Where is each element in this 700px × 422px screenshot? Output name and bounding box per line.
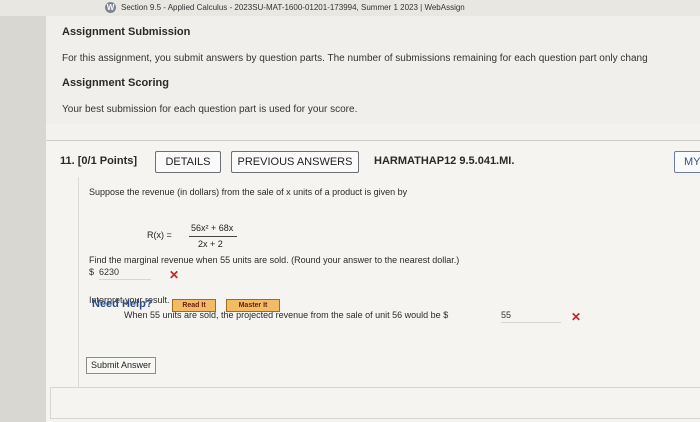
question-prompt: Suppose the revenue (in dollars) from th…	[89, 187, 408, 197]
next-question-panel	[50, 387, 700, 419]
part1-answer-input[interactable]: 6230	[99, 267, 151, 280]
formula-lhs: R(x) =	[147, 230, 172, 240]
read-it-button[interactable]: Read It	[172, 299, 216, 312]
details-button[interactable]: DETAILS	[155, 151, 221, 173]
master-it-button[interactable]: Master It	[226, 299, 280, 312]
assignment-page: Assignment Submission For this assignmen…	[46, 16, 700, 422]
need-help-label: Need Help?	[92, 298, 153, 310]
question-header: 11. [0/1 Points] DETAILS PREVIOUS ANSWER…	[60, 151, 700, 173]
assignment-scoring-heading: Assignment Scoring	[62, 77, 169, 89]
browser-tab-bar: W Section 9.5 - Applied Calculus - 2023S…	[0, 0, 700, 16]
formula-denominator: 2x + 2	[198, 239, 223, 249]
part2-answer-input[interactable]: 55	[501, 310, 561, 323]
x-mark-icon: ✕	[571, 310, 582, 324]
x-mark-icon: ✕	[169, 268, 180, 282]
browser-tab-title[interactable]: Section 9.5 - Applied Calculus - 2023SU-…	[121, 3, 465, 12]
assignment-submission-text: For this assignment, you submit answers …	[62, 53, 648, 64]
assignment-scoring-text: Your best submission for each question p…	[62, 104, 358, 115]
part1-prompt: Find the marginal revenue when 55 units …	[89, 255, 460, 265]
question-body: Suppose the revenue (in dollars) from th…	[78, 177, 693, 417]
question-number: 11. [0/1 Points]	[60, 155, 138, 167]
webassign-icon: W	[105, 2, 116, 13]
fraction-bar	[189, 236, 237, 237]
part1-currency: $	[89, 267, 95, 277]
question-code: HARMATHAP12 9.5.041.MI.	[374, 155, 515, 167]
question-panel: 11. [0/1 Points] DETAILS PREVIOUS ANSWER…	[46, 140, 700, 422]
my-notes-button[interactable]: MY N	[674, 151, 700, 173]
previous-answers-button[interactable]: PREVIOUS ANSWERS	[231, 151, 359, 173]
formula-numerator: 56x² + 68x	[191, 223, 234, 233]
submit-answer-button[interactable]: Submit Answer	[86, 357, 156, 374]
assignment-info-panel: Assignment Submission For this assignmen…	[46, 16, 700, 124]
assignment-submission-heading: Assignment Submission	[62, 26, 191, 38]
